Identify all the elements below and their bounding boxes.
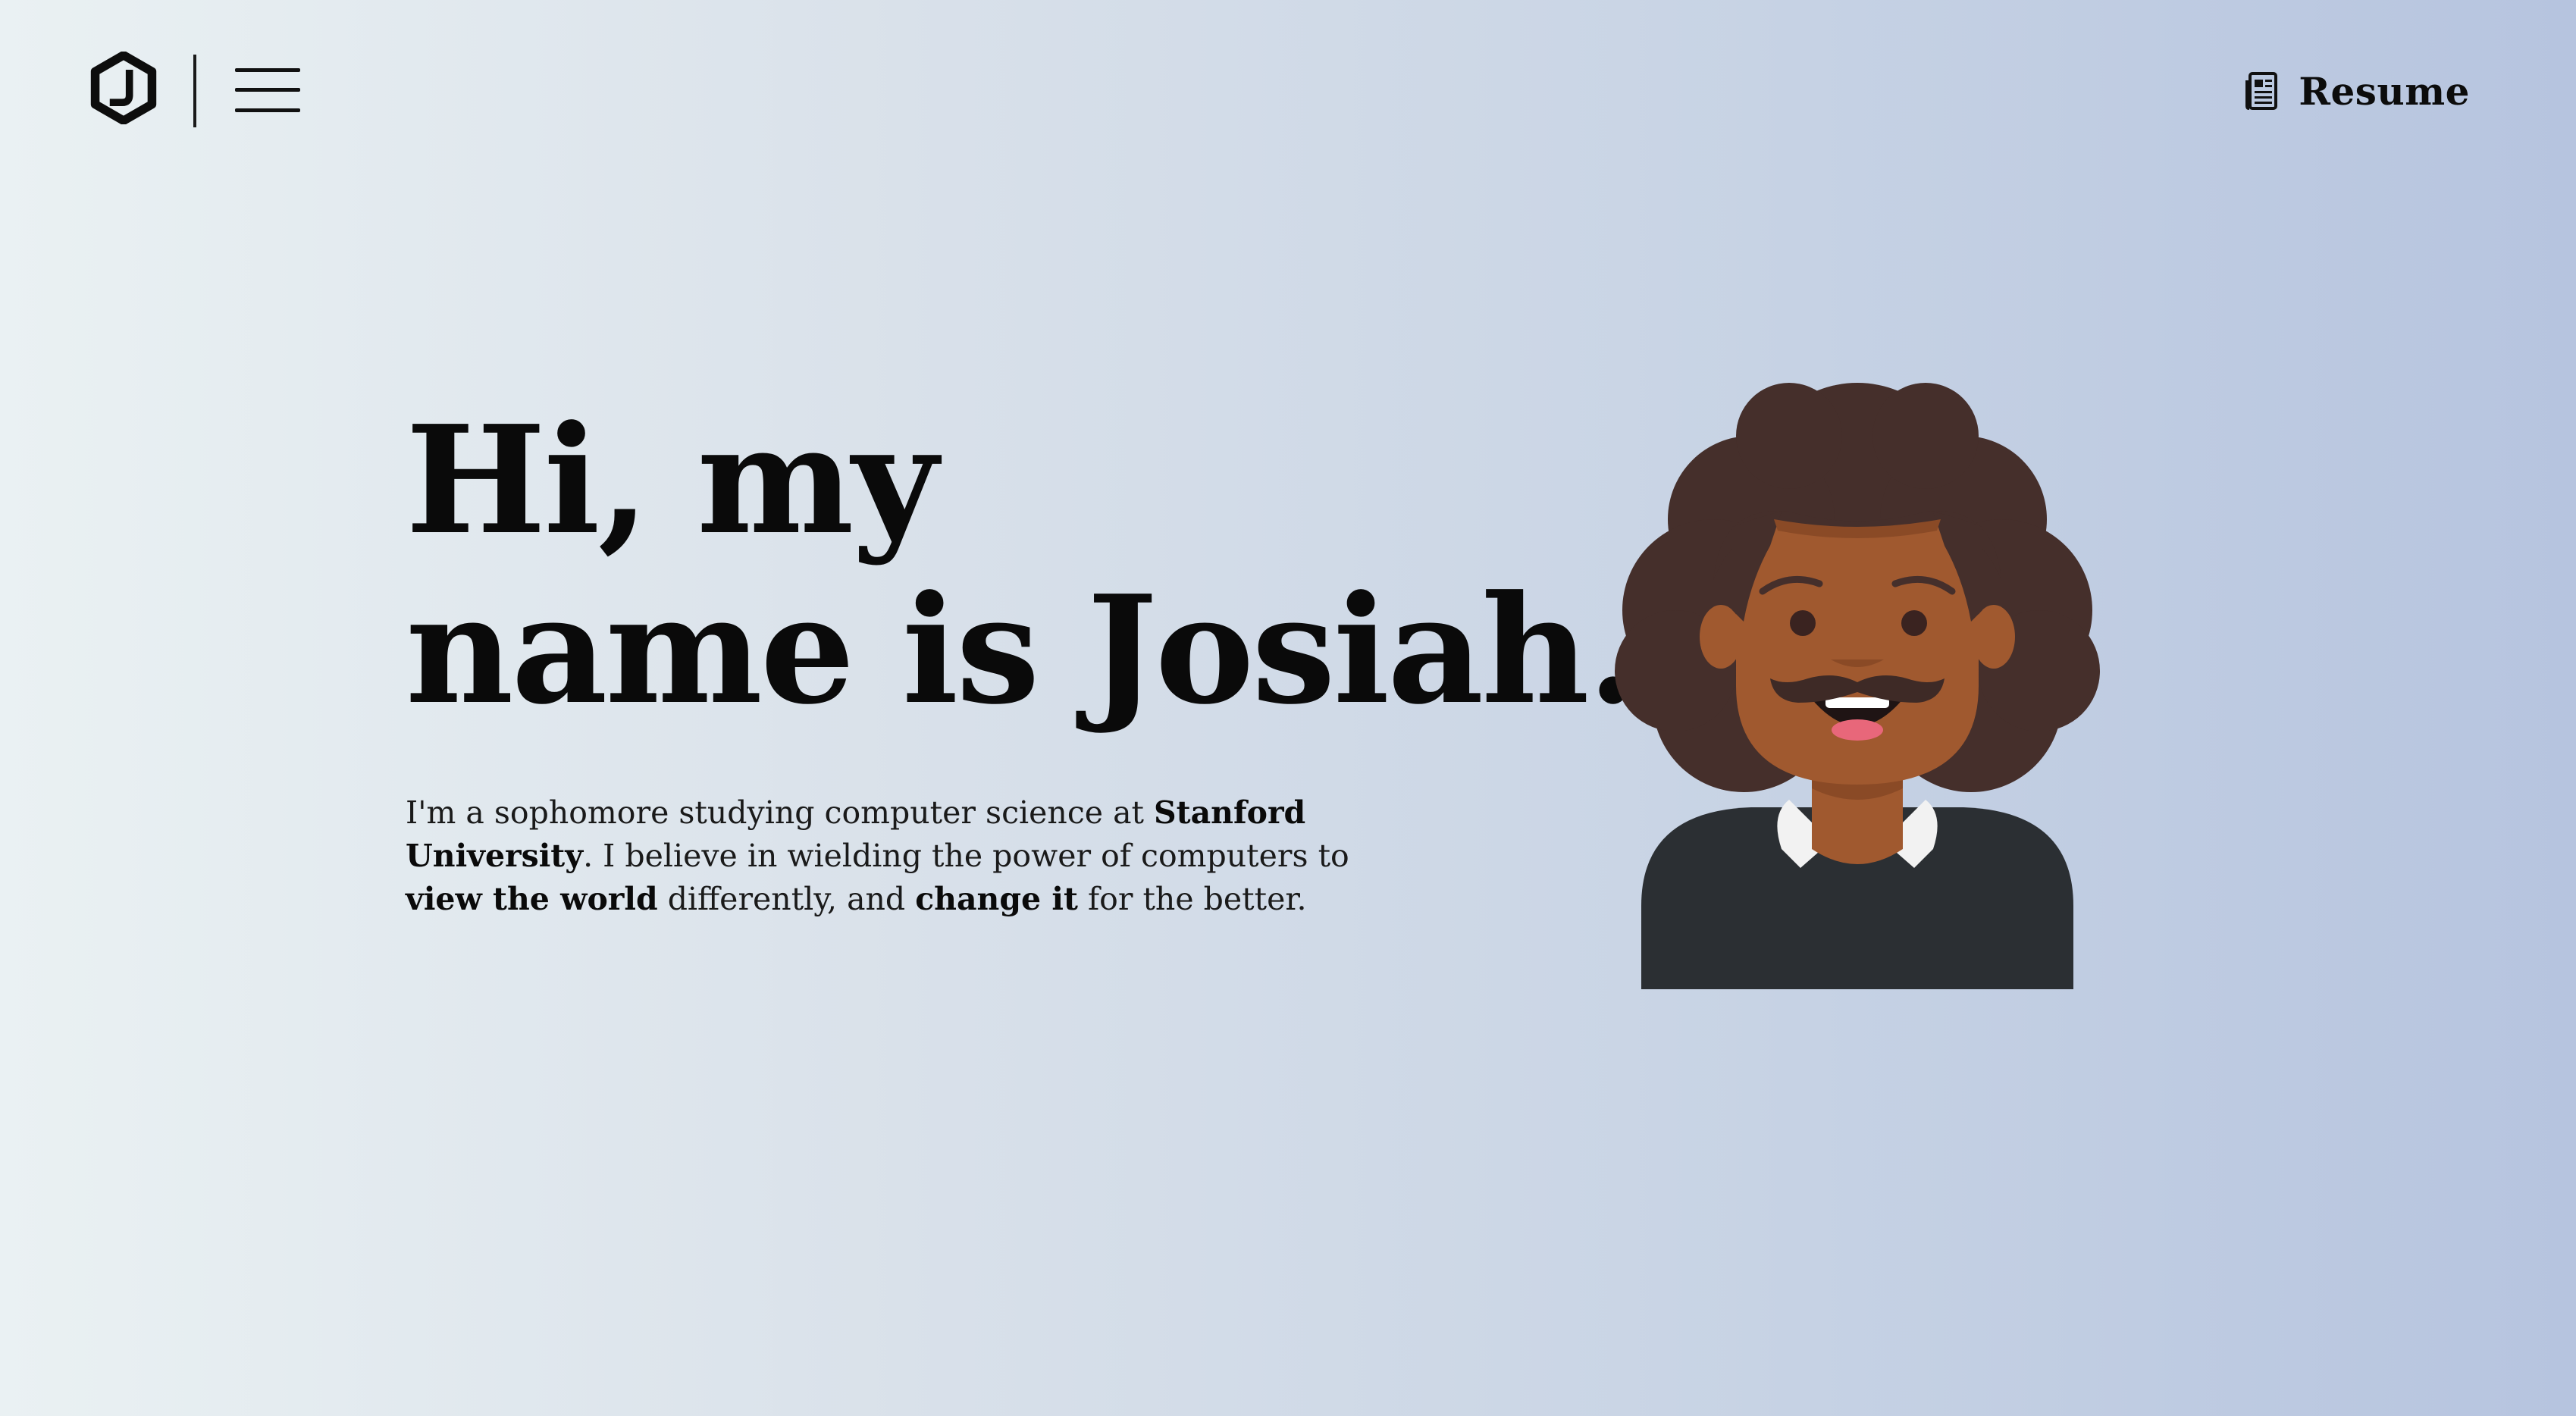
intro-text-1: I'm a sophomore studying computer scienc… [406,794,1155,831]
intro-paragraph: I'm a sophomore studying computer scienc… [406,791,1406,921]
intro-text-2: . I believe in wielding the power of com… [583,838,1349,874]
hero-title: Hi, my name is Josiah. [406,393,1639,738]
logo[interactable] [87,51,160,125]
hamburger-menu-icon[interactable] [235,67,300,114]
intro-text-4: for the better. [1077,881,1307,917]
hero-title-line-1: Hi, my [406,393,938,568]
resume-label: Resume [2299,68,2470,114]
avatar-illustration [1615,383,2100,989]
intro-bold-change-it: change it [915,881,1078,917]
hexagon-logo-icon [90,51,157,125]
resume-link[interactable]: Resume [2245,67,2470,115]
document-icon [2245,72,2278,110]
hero-title-line-2: name is Josiah. [406,563,1639,738]
intro-bold-view-world: view the world [406,881,658,917]
intro-text-3: differently, and [657,881,916,917]
header-divider [193,55,196,127]
